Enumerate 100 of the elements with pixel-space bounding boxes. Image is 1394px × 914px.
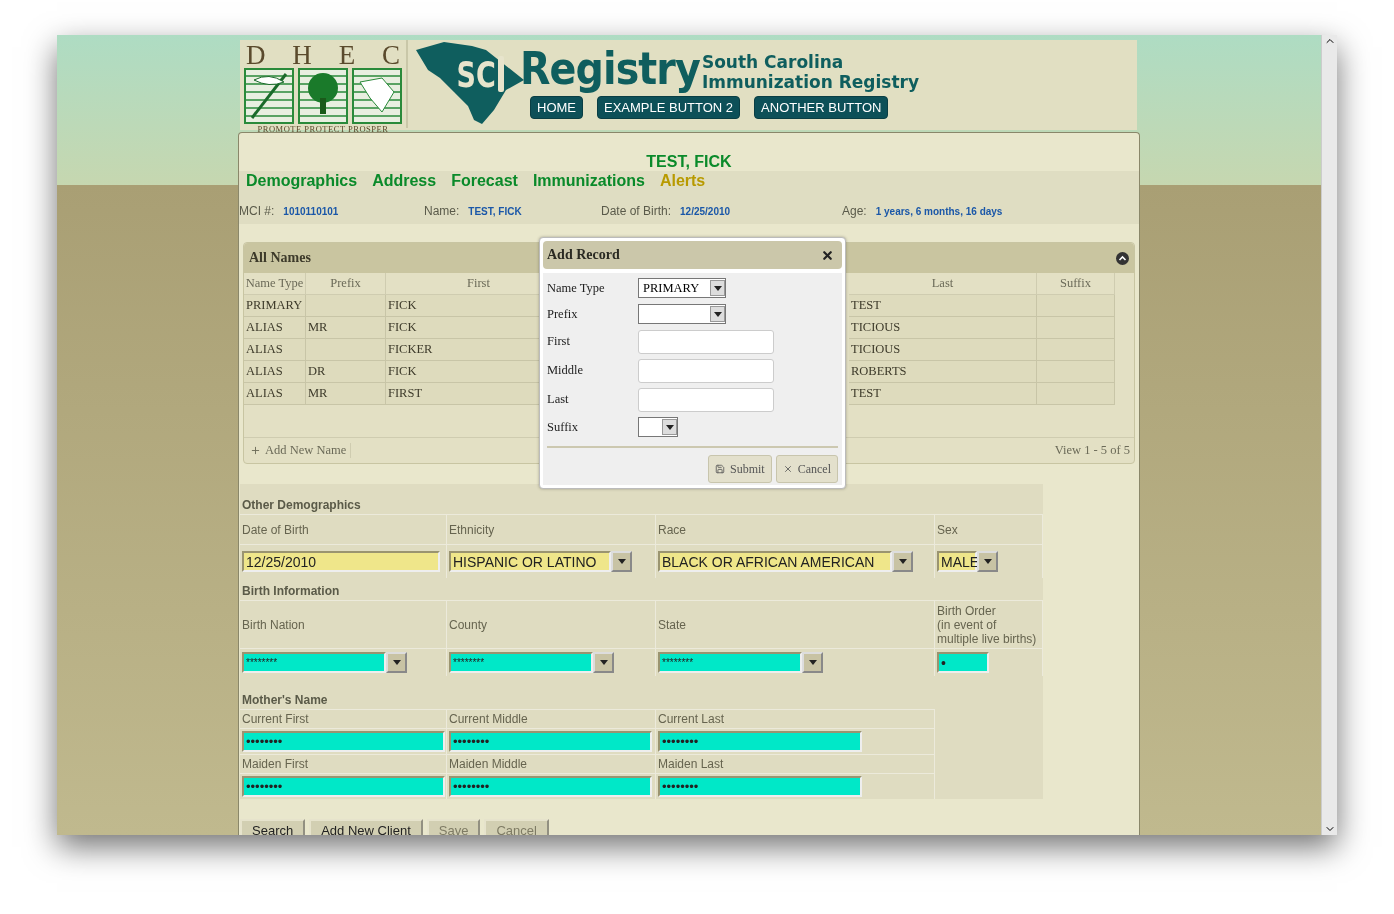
select-value: PRIMARY [643,280,700,296]
table-cell: ALIAS [244,361,306,383]
dropdown-arrow-icon [808,660,817,665]
masked-field[interactable]: •••••••• [658,776,862,797]
select-field[interactable]: BLACK OR AFRICAN AMERICAN [658,551,892,572]
text-field[interactable] [638,329,774,354]
logo-emblem-text: SC [456,54,496,95]
field-label: Current First [242,712,309,726]
table-cell: ALIAS [244,339,306,361]
field-label: State [658,617,687,632]
field-label: Current Last [658,712,725,726]
select-field[interactable]: ******** [242,652,386,673]
field-label: Maiden First [242,757,309,771]
dropdown-arrow-icon [392,660,401,665]
logo-letter: D [246,42,266,68]
table-cell: DR [306,361,386,383]
action-button[interactable]: Search [240,819,306,835]
logo-letter: H [292,42,312,68]
info-value: 1010110101 [283,206,339,217]
text-field[interactable] [638,358,774,383]
nav-button[interactable]: EXAMPLE BUTTON 2 [597,96,741,119]
field-label: Sex [937,522,958,537]
tree-icon [298,68,348,124]
table-cell: TEST [849,383,1037,405]
field-label: Current Middle [449,712,528,726]
action-button[interactable]: Add New Client [309,819,423,835]
save-icon [715,464,725,474]
section-heading: Mother's Name [241,692,329,709]
masked-field[interactable]: •••••••• [658,731,862,752]
info-label: Age: [842,204,867,218]
select-field[interactable] [638,304,726,324]
caduceus-icon [244,68,294,124]
table-cell: MR [306,383,386,405]
field-label: Race [658,522,686,537]
dropdown-arrow-icon [713,311,722,317]
submit-button[interactable]: Submit [708,455,772,483]
field-label: County [449,617,488,632]
info-value: TEST, FICK [468,206,522,217]
select-field[interactable] [638,417,678,437]
close-icon[interactable] [821,248,834,262]
section-heading: Other Demographics [241,498,362,514]
table-cell: ALIAS [244,317,306,339]
brand-subtitle: Immunization Registry [701,72,920,92]
text-field[interactable]: • [937,652,989,673]
info-value: 12/25/2010 [680,206,731,217]
field-label: Last [547,392,570,407]
info-label: Date of Birth: [601,204,672,218]
table-cell: TEST [849,295,1037,317]
logo-letter: C [382,42,400,68]
nav-button[interactable]: HOME [530,96,583,119]
field-label: Ethnicity [449,522,495,537]
field-label: Birth Nation [242,617,305,632]
section-heading: Birth Information [241,583,341,600]
logo-letter: E [338,42,356,68]
masked-field[interactable]: •••••••• [242,776,445,797]
brand-subtitle: South Carolina [701,52,845,72]
select-field[interactable]: ******** [449,652,593,673]
brand-name: Registry [520,42,700,94]
field-label: Suffix [547,419,580,435]
field-label: Maiden Middle [449,757,528,771]
cancel-button[interactable]: Cancel [775,455,838,483]
table-cell: TICIOUS [849,317,1037,339]
plus-icon [250,445,261,456]
collapse-icon[interactable] [1116,251,1129,265]
info-value: 1 years, 6 months, 16 days [875,206,1003,217]
date-field[interactable]: 12/25/2010 [242,551,440,572]
masked-field[interactable]: •••••••• [242,731,445,752]
text-field[interactable] [638,387,774,412]
table-cell: TICIOUS [849,339,1037,361]
map-icon [352,68,402,124]
select-field[interactable]: PRIMARY [638,278,726,298]
add-name-link[interactable]: Add New Name [250,443,352,458]
dropdown-arrow-icon [599,660,608,665]
logo-tagline: PROMOTE PROTECT PROSPER [257,124,389,134]
table-cell: MR [306,317,386,339]
dropdown-arrow-icon [617,559,626,564]
select-field[interactable]: MALE [937,551,977,572]
info-label: MCI #: [239,204,275,218]
dropdown-arrow-icon [665,424,674,430]
dropdown-arrow-icon [983,559,992,564]
dialog-title: Add Record [547,247,620,263]
dropdown-arrow-icon [713,285,722,291]
select-field[interactable]: ******** [658,652,802,673]
masked-field[interactable]: •••••••• [449,776,652,797]
field-label: Birth Order [937,603,996,618]
pager-text: View 1 - 5 of 5 [1054,443,1131,458]
panel-title: All Names [249,250,311,266]
info-label: Name: [424,204,460,218]
nav-button[interactable]: ANOTHER BUTTON [754,96,889,119]
patient-title: TEST, FICK [645,152,733,171]
dropdown-arrow-icon [898,559,907,564]
field-note: (in event of multiple live births) [937,617,1038,646]
close-icon [782,464,793,474]
field-label: Maiden Last [658,757,724,771]
masked-field[interactable]: •••••••• [449,731,652,752]
field-label: Date of Birth [242,522,309,537]
select-field[interactable]: HISPANIC OR LATINO [449,551,611,572]
table-cell: PRIMARY [244,295,306,317]
table-cell: ALIAS [244,383,306,405]
table-cell: ROBERTS [849,361,1037,383]
